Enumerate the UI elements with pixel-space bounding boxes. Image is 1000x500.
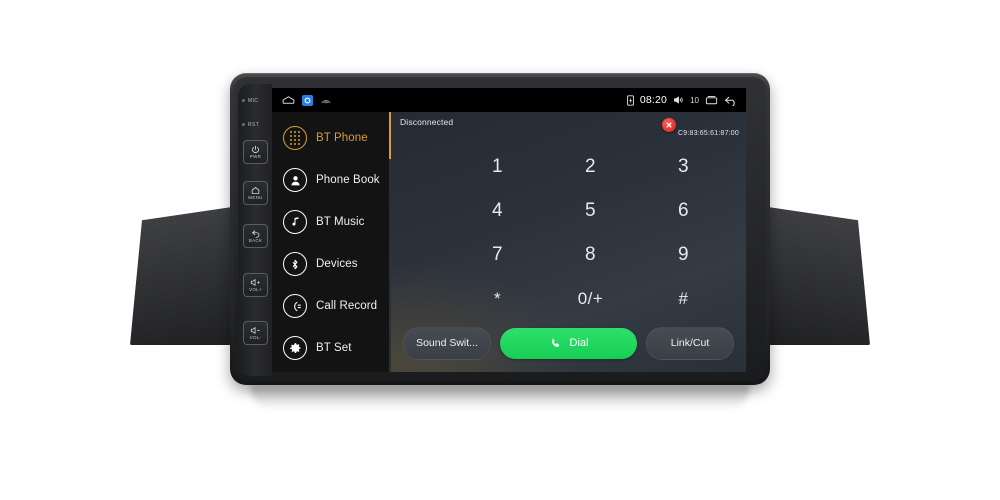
speaker-plus-icon	[250, 279, 260, 286]
lcd-screen: 08:20 10 BT Phone Phone Book BT Music De…	[272, 88, 746, 372]
disconnect-button[interactable]	[662, 118, 676, 132]
android-status-bar: 08:20 10	[272, 88, 746, 112]
keypad-key-zero[interactable]: 0/+	[578, 290, 604, 307]
power-icon	[252, 145, 259, 154]
keypad-key-7[interactable]: 7	[492, 245, 503, 264]
keypad-key-6[interactable]: 6	[678, 201, 689, 220]
back-key[interactable]: BACK	[243, 224, 268, 248]
sidebar-item-label: Devices	[316, 258, 358, 270]
status-bar-clock: 08:20	[639, 94, 668, 106]
reset-indicator[interactable]: RST	[240, 118, 270, 131]
sidebar-item-devices[interactable]: Devices	[272, 243, 389, 285]
keypad-key-8[interactable]: 8	[585, 245, 596, 264]
keypad-key-hash[interactable]: #	[679, 290, 689, 307]
sidebar-item-label: Phone Book	[316, 174, 380, 186]
sidebar-item-bt-phone[interactable]: BT Phone	[272, 117, 389, 159]
sidebar-item-label: BT Music	[316, 216, 365, 228]
keypad-key-9[interactable]: 9	[678, 245, 689, 264]
speaker-minus-icon	[250, 327, 260, 334]
menu-key-label: MENU	[248, 195, 263, 200]
dial-keypad: 1 2 3 4 5 6 7 8 9 * 0/+ #	[391, 144, 746, 320]
battery-icon	[626, 94, 634, 106]
recents-icon[interactable]	[705, 95, 718, 106]
power-key-label: PWR	[249, 154, 262, 159]
home-icon	[251, 187, 260, 194]
volume-down-label: VOL-	[249, 335, 262, 340]
sound-switch-button[interactable]: Sound Swit...	[403, 326, 491, 360]
reset-hole-icon	[242, 123, 245, 126]
keypad-key-3[interactable]: 3	[678, 157, 689, 176]
power-key[interactable]: PWR	[243, 140, 268, 164]
pane-header: Disconnected C9:83:65:61:87:00	[391, 112, 746, 144]
connection-status: Disconnected	[400, 117, 454, 127]
home-outline-icon[interactable]	[282, 95, 295, 105]
note-glyph-icon	[292, 217, 299, 226]
call-glyph-icon	[293, 301, 301, 311]
mic-label: MIC	[248, 97, 259, 104]
keypad-key-5[interactable]: 5	[585, 201, 596, 220]
contact-icon	[283, 168, 307, 192]
close-icon	[666, 122, 672, 128]
chassis-reflection	[250, 385, 750, 411]
menu-key[interactable]: MENU	[243, 181, 268, 205]
dial-button[interactable]: Dial	[500, 327, 637, 359]
volume-up-label: VOL+	[249, 287, 262, 292]
person-glyph-icon	[290, 175, 300, 185]
status-bar-right-icons: 08:20 10	[626, 94, 738, 106]
volume-down-key[interactable]: VOL-	[243, 321, 268, 345]
mic-indicator: MIC	[240, 94, 270, 107]
lcd-content: BT Phone Phone Book BT Music Devices Cal…	[272, 112, 746, 372]
screenshot-root: MIC RST PWR MENU BACK VOL+ VOL- 08:20 10…	[0, 0, 1000, 500]
back-key-label: BACK	[248, 238, 263, 243]
keypad-key-2[interactable]: 2	[585, 157, 596, 176]
left-bezel-key-column: MIC RST PWR MENU BACK VOL+ VOL-	[238, 84, 272, 376]
gear-icon	[283, 336, 307, 360]
link-cut-button[interactable]: Link/Cut	[646, 326, 734, 360]
action-button-bar: Sound Swit... Dial Link/Cut	[391, 320, 746, 372]
volume-up-key[interactable]: VOL+	[243, 273, 268, 297]
app-sidebar: BT Phone Phone Book BT Music Devices Cal…	[272, 112, 389, 372]
keypad-key-1[interactable]: 1	[492, 157, 503, 176]
sidebar-item-bt-music[interactable]: BT Music	[272, 201, 389, 243]
sidebar-item-label: Call Record	[316, 300, 378, 312]
app-glyph-icon	[304, 97, 311, 103]
volume-level: 10	[690, 95, 699, 105]
dialpad-icon	[283, 126, 307, 150]
sidebar-item-bt-set[interactable]: BT Set	[272, 327, 389, 369]
back-icon[interactable]	[724, 95, 738, 106]
bluetooth-icon	[283, 252, 307, 276]
music-note-icon	[283, 210, 307, 234]
bt-phone-pane: Disconnected C9:83:65:61:87:00 1 2 3 4 5…	[391, 112, 746, 372]
call-log-icon	[283, 294, 307, 318]
keypad-key-star[interactable]: *	[494, 290, 501, 307]
bluetooth-glyph-icon	[292, 259, 298, 269]
sidebar-item-phone-book[interactable]: Phone Book	[272, 159, 389, 201]
cast-icon[interactable]	[320, 95, 332, 105]
sidebar-item-call-record[interactable]: Call Record	[272, 285, 389, 327]
app-icon[interactable]	[302, 94, 313, 106]
sidebar-item-label: BT Phone	[316, 132, 368, 144]
keypad-key-4[interactable]: 4	[492, 201, 503, 220]
volume-icon[interactable]	[673, 95, 684, 105]
back-arrow-icon	[251, 230, 259, 238]
status-bar-left-icons	[282, 94, 332, 106]
gear-glyph-icon	[289, 342, 300, 353]
dial-button-label: Dial	[569, 337, 589, 349]
reset-label: RST	[248, 121, 260, 128]
mic-hole-icon	[242, 99, 245, 102]
phone-icon	[551, 338, 559, 347]
mac-address: C9:83:65:61:87:00	[677, 130, 739, 137]
sidebar-item-label: BT Set	[316, 342, 352, 354]
